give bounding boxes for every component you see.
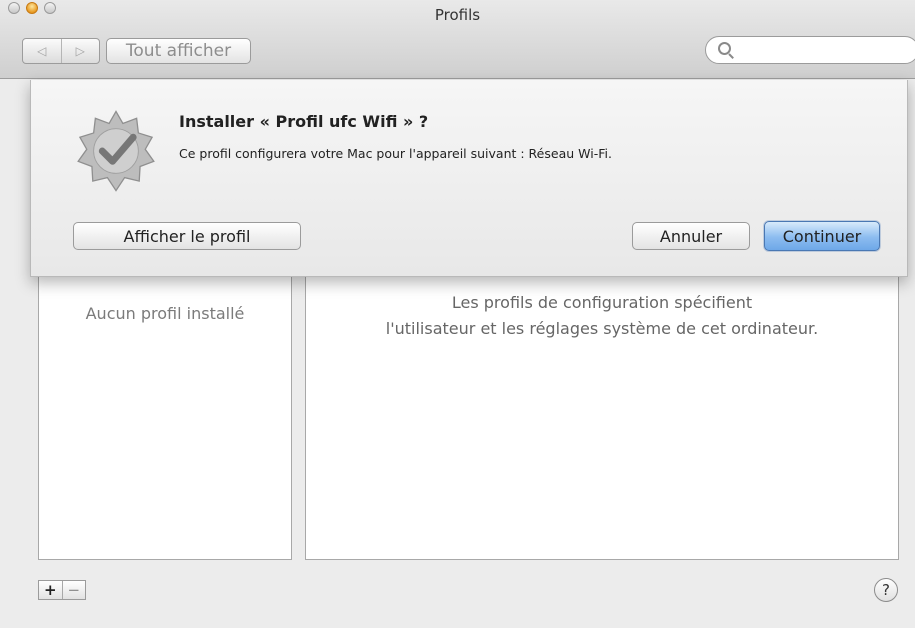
back-arrow-icon: ◁ <box>37 44 47 58</box>
profiles-list[interactable]: Aucun profil installé <box>38 273 292 560</box>
forward-button[interactable]: ▷ <box>60 39 100 63</box>
search-icon <box>718 42 731 55</box>
back-forward-control: ◁ ▷ <box>22 38 100 64</box>
detail-line-1: Les profils de configuration spécifient <box>451 293 753 312</box>
preferences-window: Profils ◁ ▷ Tout afficher Aucun profil i… <box>0 0 915 628</box>
window-title: Profils <box>434 6 481 24</box>
help-button[interactable]: ? <box>874 578 898 602</box>
remove-profile-button[interactable]: − <box>61 581 86 599</box>
continue-button[interactable]: Continuer <box>764 221 880 251</box>
add-remove-control: + − <box>38 580 86 600</box>
show-all-button[interactable]: Tout afficher <box>106 38 251 64</box>
no-profile-label: Aucun profil installé <box>85 304 245 323</box>
show-profile-button[interactable]: Afficher le profil <box>73 222 301 250</box>
sheet-title: Installer « Profil ufc Wifi » ? <box>179 112 429 131</box>
sheet-message: Ce profil configurera votre Mac pour l'a… <box>179 146 612 161</box>
detail-description: Les profils de configuration spécifient … <box>306 290 898 342</box>
search-field[interactable] <box>705 36 915 64</box>
cancel-button[interactable]: Annuler <box>632 222 750 250</box>
forward-arrow-icon: ▷ <box>75 44 85 58</box>
title-bar: Profils ◁ ▷ Tout afficher <box>0 0 915 79</box>
install-profile-sheet: Installer « Profil ufc Wifi » ? Ce profi… <box>30 80 908 277</box>
verified-badge-icon <box>77 110 155 192</box>
add-profile-button[interactable]: + <box>39 581 62 599</box>
back-button[interactable]: ◁ <box>23 39 61 63</box>
detail-line-2: l'utilisateur et les réglages système de… <box>385 319 819 338</box>
profile-detail-pane: Les profils de configuration spécifient … <box>305 273 899 560</box>
